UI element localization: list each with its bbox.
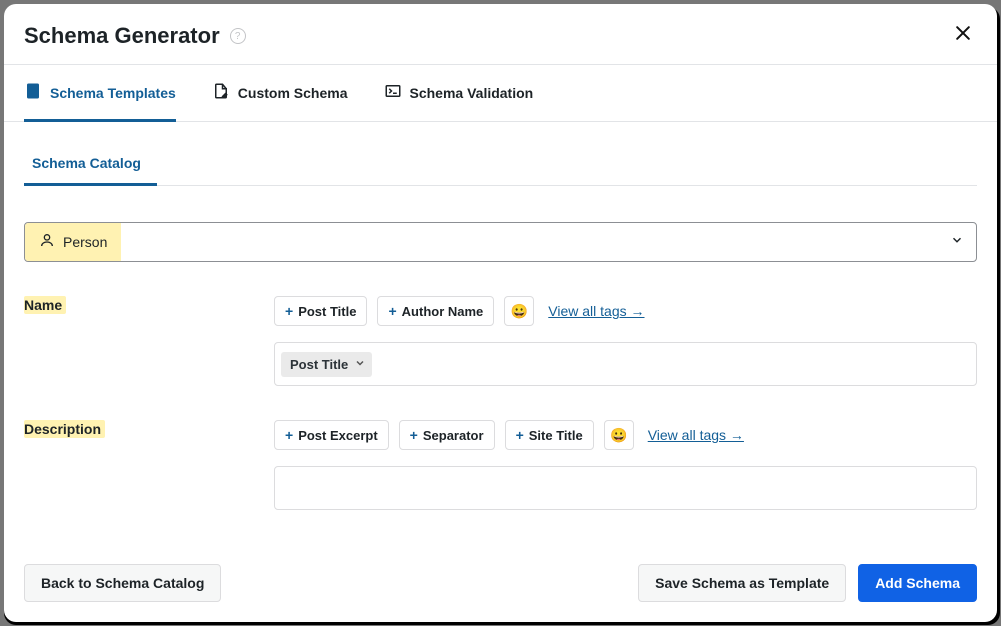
- emoji-button[interactable]: 😀: [604, 420, 634, 450]
- field-content-name: + Post Title + Author Name 😀 View all tags…: [274, 296, 977, 386]
- terminal-icon: [384, 82, 402, 103]
- main-tabs: Schema Templates Custom Schema Schema Va…: [4, 65, 997, 122]
- document-icon: [24, 82, 42, 103]
- tag-text: Post Excerpt: [298, 428, 377, 443]
- tag-site-title[interactable]: + Site Title: [505, 420, 594, 450]
- modal-footer: Back to Schema Catalog Save Schema as Te…: [4, 548, 997, 622]
- person-icon: [39, 232, 55, 253]
- tag-post-title[interactable]: + Post Title: [274, 296, 367, 326]
- schema-type-selected: Person: [25, 223, 121, 261]
- tag-text: Site Title: [529, 428, 583, 443]
- modal-header: Schema Generator ?: [4, 4, 997, 65]
- smile-icon: 😀: [511, 303, 528, 320]
- tag-row-description: + Post Excerpt + Separator + Site Title 😀 V…: [274, 420, 977, 450]
- schema-type-label: Person: [63, 234, 107, 250]
- field-content-description: + Post Excerpt + Separator + Site Title 😀 V…: [274, 420, 977, 510]
- tag-row-name: + Post Title + Author Name 😀 View all tags…: [274, 296, 977, 326]
- field-label-name: Name: [24, 296, 66, 314]
- help-icon[interactable]: ?: [230, 28, 246, 44]
- token-text: Post Title: [290, 357, 348, 372]
- field-label-col: Name: [24, 296, 274, 386]
- subtab-schema-catalog[interactable]: Schema Catalog: [24, 143, 157, 186]
- description-input[interactable]: [274, 466, 977, 510]
- tag-text: Post Title: [298, 304, 356, 319]
- field-label-col: Description: [24, 420, 274, 510]
- field-row-description: Description + Post Excerpt + Separator + Si…: [24, 420, 977, 510]
- tab-label: Schema Templates: [50, 85, 176, 101]
- tab-label: Schema Validation: [410, 85, 534, 101]
- schema-type-select[interactable]: Person: [24, 222, 977, 262]
- schema-generator-modal: Schema Generator ? Schema Templates Cust…: [4, 4, 997, 622]
- view-all-tags-link[interactable]: View all tags →: [548, 303, 644, 319]
- plus-icon: +: [516, 427, 524, 443]
- close-icon: [953, 23, 973, 49]
- tag-author-name[interactable]: + Author Name: [377, 296, 494, 326]
- view-all-tags-link[interactable]: View all tags →: [648, 427, 744, 443]
- save-template-button[interactable]: Save Schema as Template: [638, 564, 846, 602]
- tag-post-excerpt[interactable]: + Post Excerpt: [274, 420, 389, 450]
- tab-label: Custom Schema: [238, 85, 348, 101]
- emoji-button[interactable]: 😀: [504, 296, 534, 326]
- modal-title: Schema Generator: [24, 23, 220, 49]
- modal-body: Schema Catalog Person Name + Post Title: [4, 122, 997, 548]
- tag-text: Author Name: [402, 304, 484, 319]
- name-input[interactable]: Post Title: [274, 342, 977, 386]
- token-post-title[interactable]: Post Title: [281, 352, 372, 377]
- tag-separator[interactable]: + Separator: [399, 420, 495, 450]
- chevron-down-icon: [938, 233, 976, 252]
- tab-schema-validation[interactable]: Schema Validation: [384, 66, 534, 122]
- tab-custom-schema[interactable]: Custom Schema: [212, 66, 348, 122]
- chevron-down-icon: [354, 357, 366, 372]
- footer-right: Save Schema as Template Add Schema: [638, 564, 977, 602]
- sub-tabs: Schema Catalog: [24, 142, 977, 186]
- plus-icon: +: [285, 303, 293, 319]
- tab-schema-templates[interactable]: Schema Templates: [24, 66, 176, 122]
- close-button[interactable]: [949, 22, 977, 50]
- modal-title-wrap: Schema Generator ?: [24, 23, 246, 49]
- smile-icon: 😀: [610, 427, 627, 444]
- back-button[interactable]: Back to Schema Catalog: [24, 564, 221, 602]
- plus-icon: +: [285, 427, 293, 443]
- field-label-description: Description: [24, 420, 105, 438]
- add-schema-button[interactable]: Add Schema: [858, 564, 977, 602]
- field-row-name: Name + Post Title + Author Name 😀 View all…: [24, 296, 977, 386]
- plus-icon: +: [410, 427, 418, 443]
- document-edit-icon: [212, 82, 230, 103]
- plus-icon: +: [388, 303, 396, 319]
- tag-text: Separator: [423, 428, 484, 443]
